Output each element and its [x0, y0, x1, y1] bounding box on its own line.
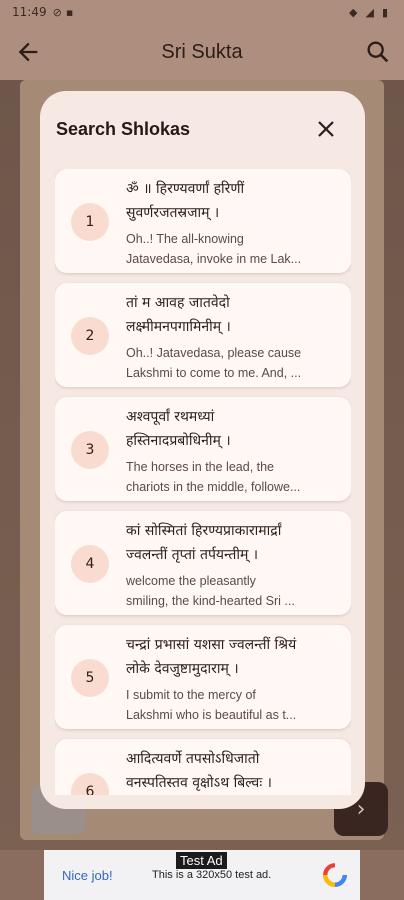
status-bar: 11:49 ⊘ ▪ ◆ ◢ ▮ — [0, 0, 404, 24]
arrow-left-icon[interactable] — [14, 38, 42, 66]
shloka-number: 5 — [71, 659, 109, 697]
shloka-sanskrit: आदित्यवर्णे तपसोऽधिजातो वनस्पतिस्तव वृक्ष… — [126, 751, 272, 791]
shloka-sanskrit: कां सोस्मितां हिरण्यप्राकारामार्द्रां ज्व… — [126, 523, 282, 563]
shloka-sanskrit: तां म आवह जातवेदो लक्ष्मीमनपगामिनीम् । — [126, 295, 231, 335]
shloka-card[interactable]: 1 ॐ ॥ हिरण्यवर्णां हरिणीं सुवर्णरजतस्रजाम… — [55, 169, 351, 273]
shloka-translation: The horses in the lead, the chariots in t… — [126, 460, 301, 494]
shloka-sanskrit: अश्वपूर्वां रथमध्यां हस्तिनादप्रबोधिनीम् … — [126, 409, 231, 449]
shloka-number: 4 — [71, 545, 109, 583]
search-shlokas-dialog: Search Shlokas 1 ॐ ॥ हिरण्यवर्णां हरिणीं… — [40, 91, 365, 809]
shloka-translation: welcome the pleasantly smiling, the kind-… — [126, 574, 295, 608]
close-icon[interactable] — [317, 120, 335, 138]
status-time: 11:49 — [12, 5, 47, 19]
search-icon[interactable] — [364, 38, 392, 66]
shloka-sanskrit: ॐ ॥ हिरण्यवर्णां हरिणीं सुवर्णरजतस्रजाम् … — [126, 181, 245, 221]
shloka-translation: Oh..! The all-knowing Jatavedasa, invoke … — [126, 232, 302, 266]
shloka-card[interactable]: 3 अश्वपूर्वां रथमध्यां हस्तिनादप्रबोधिनीम… — [55, 397, 351, 501]
shloka-card[interactable]: 6 आदित्यवर्णे तपसोऽधिजातो वनस्पतिस्तव वृक… — [55, 739, 351, 795]
shloka-card[interactable]: 5 चन्द्रां प्रभासां यशसा ज्वलन्तीं श्रिय… — [55, 625, 351, 729]
shloka-translation: I submit to the mercy of Lakshmi who is b… — [126, 688, 297, 722]
shloka-card[interactable]: 2 तां म आवह जातवेदो लक्ष्मीमनपगामिनीम् । … — [55, 283, 351, 387]
sim-card-icon: ▪ — [65, 5, 74, 19]
signal-icon: ◢ — [365, 5, 374, 19]
shloka-number: 2 — [71, 317, 109, 355]
shloka-number: 3 — [71, 431, 109, 469]
shloka-number: 1 — [71, 203, 109, 241]
page-title: Sri Sukta — [161, 40, 243, 63]
shloka-number: 6 — [71, 773, 109, 795]
ad-logo-icon — [323, 863, 347, 887]
dialog-title: Search Shlokas — [56, 119, 191, 139]
ad-tag: Test Ad — [176, 852, 227, 869]
shloka-translation: Oh..! Jatavedasa, please cause Lakshmi to… — [126, 346, 302, 380]
shloka-list[interactable]: 1 ॐ ॥ हिरण्यवर्णां हरिणीं सुवर्णरजतस्रजाम… — [55, 169, 351, 795]
battery-icon: ▮ — [381, 5, 388, 19]
do-not-disturb-icon: ⊘ — [52, 5, 62, 19]
app-bar: Sri Sukta — [0, 24, 404, 80]
wifi-icon: ◆ — [349, 5, 358, 19]
shloka-sanskrit: चन्द्रां प्रभासां यशसा ज्वलन्तीं श्रियं ल… — [126, 637, 297, 677]
shloka-card[interactable]: 4 कां सोस्मितां हिरण्यप्राकारामार्द्रां ज… — [55, 511, 351, 615]
ad-center-text: This is a 320x50 test ad. — [152, 869, 272, 881]
ad-left-text: Nice job! — [62, 867, 113, 883]
